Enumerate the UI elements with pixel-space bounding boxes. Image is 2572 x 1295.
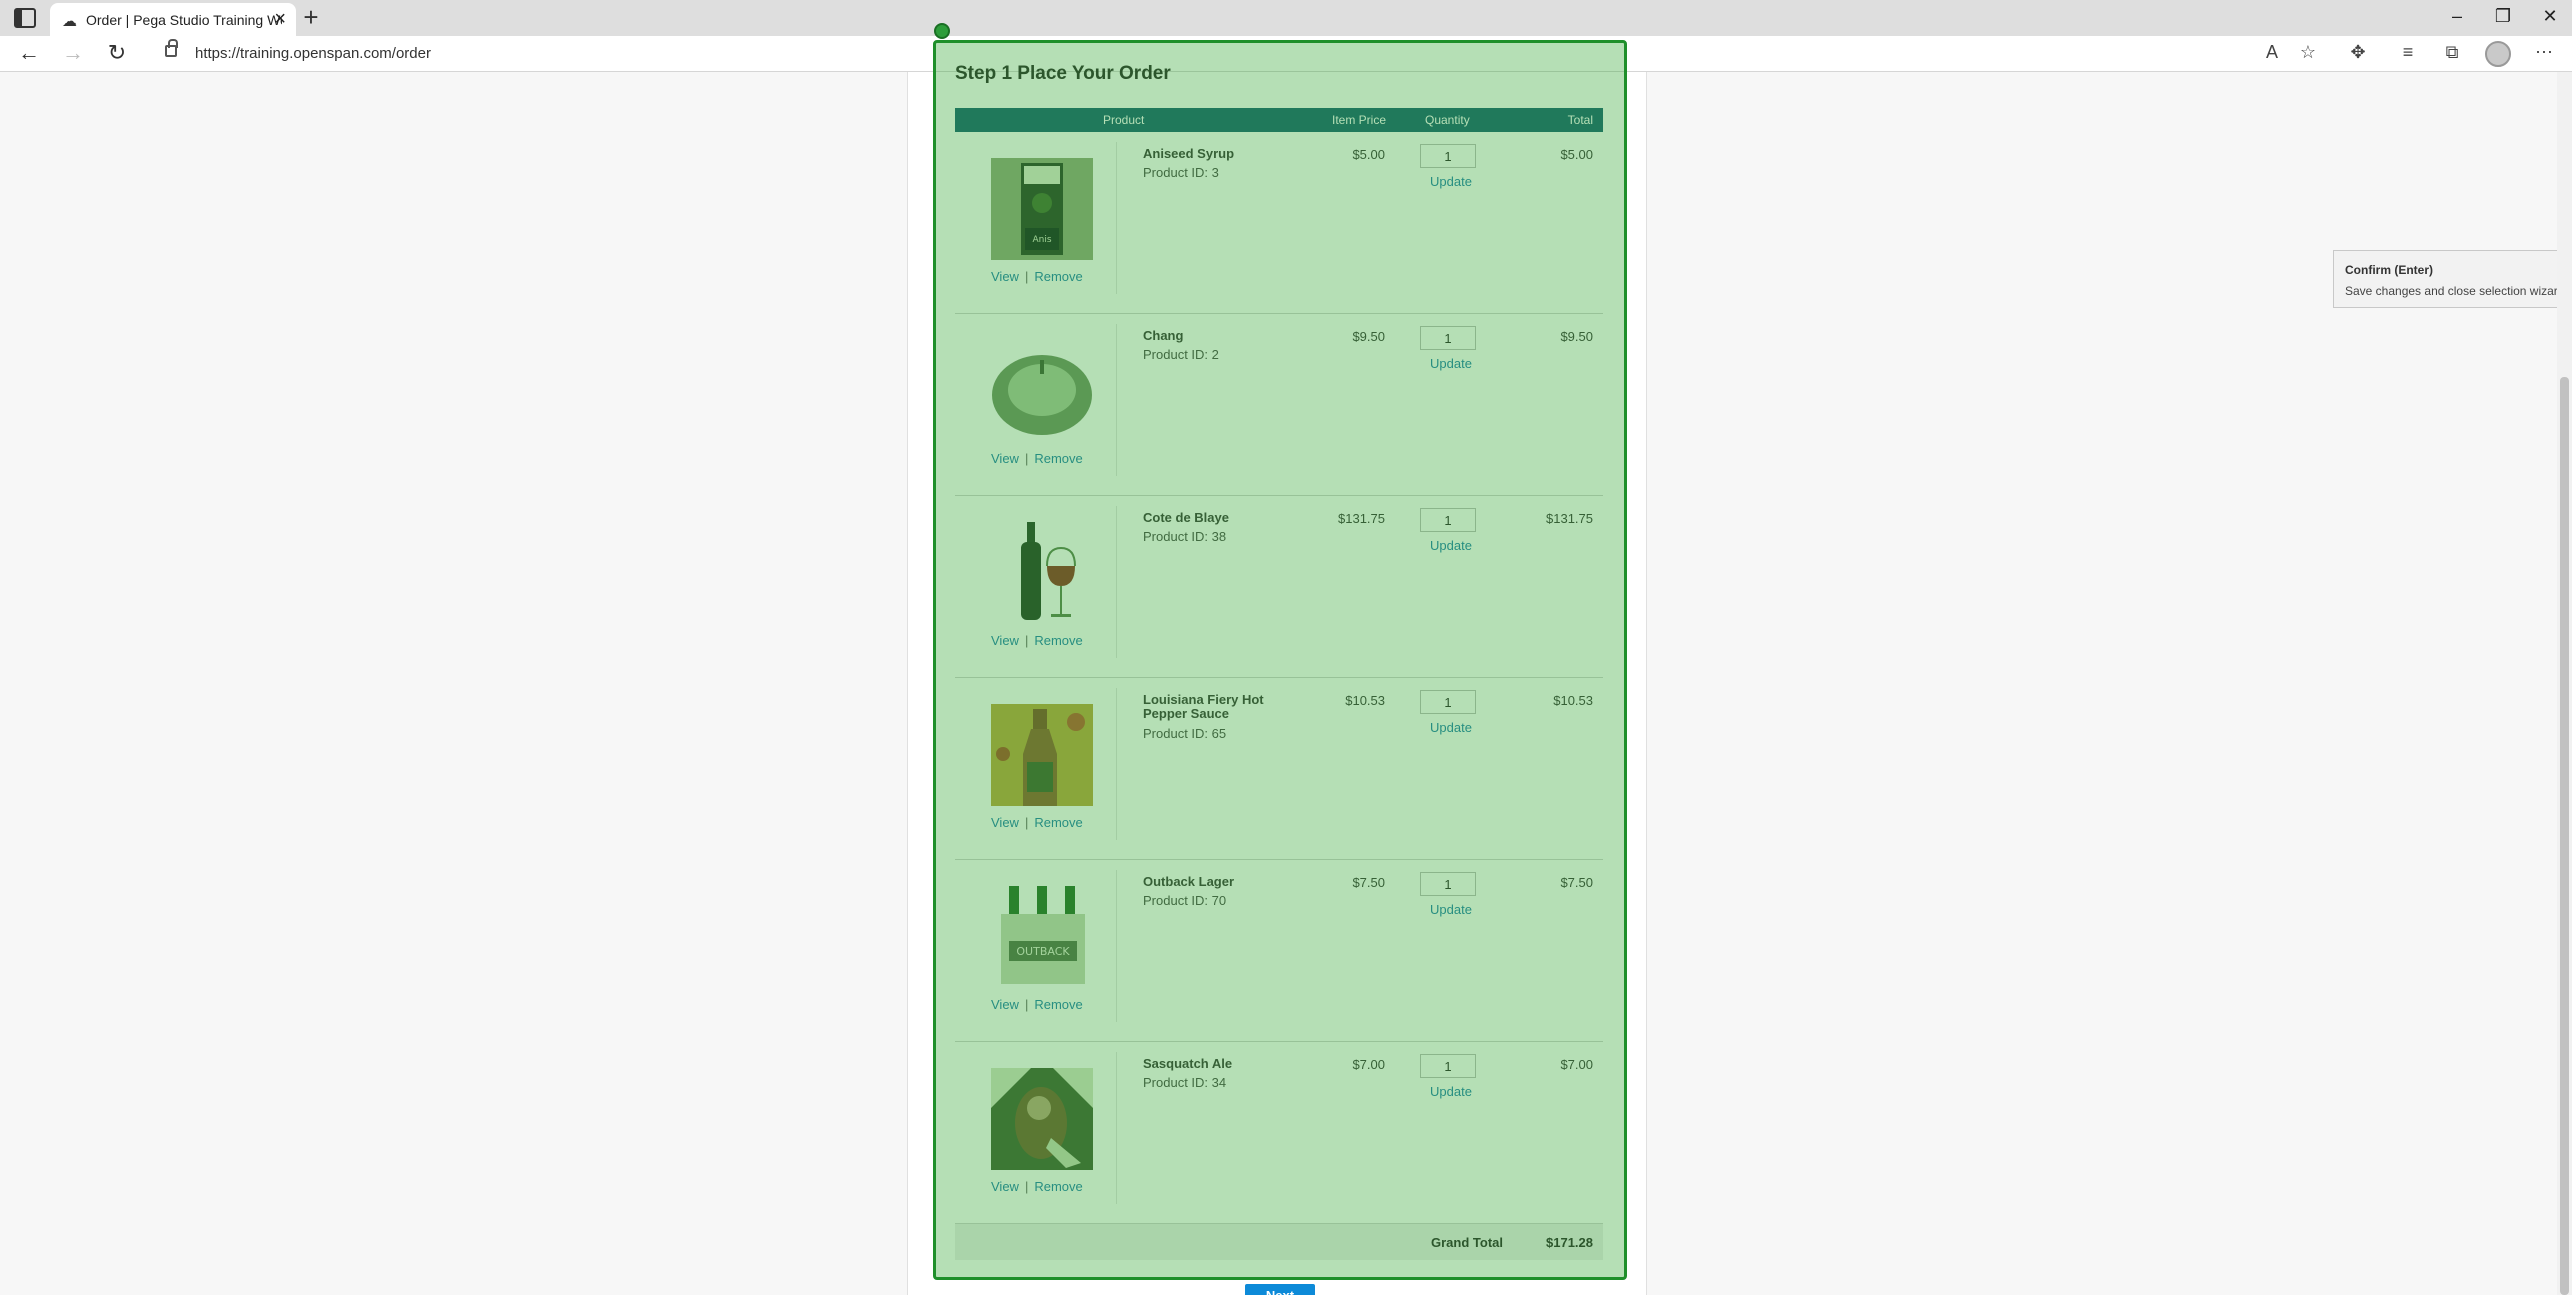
refresh-icon[interactable]: ↻ — [102, 40, 132, 66]
close-window-icon[interactable]: ✕ — [2535, 6, 2565, 27]
close-tab-icon[interactable]: × — [274, 8, 286, 31]
extensions-icon[interactable]: ✥ — [2344, 42, 2372, 63]
next-button[interactable]: Next — [1245, 1284, 1315, 1295]
profile-avatar-icon[interactable] — [2485, 41, 2511, 67]
selection-target-icon[interactable] — [934, 23, 950, 39]
favorite-add-icon[interactable]: ☆ — [2294, 42, 2322, 63]
scrollbar[interactable] — [2557, 72, 2572, 1295]
forward-icon[interactable]: → — [58, 40, 88, 66]
tab-title: Order | Pega Studio Training Web — [86, 12, 282, 28]
read-aloud-icon[interactable]: A — [2258, 42, 2286, 63]
site-favicon-icon: ☁ — [62, 13, 77, 30]
collections-icon[interactable]: ⧉ — [2438, 42, 2466, 63]
url-input[interactable]: https://training.openspan.com/order — [195, 45, 431, 62]
more-options-icon[interactable]: ⋯ — [2530, 42, 2558, 63]
tab-bar: ☁ Order | Pega Studio Training Web × + –… — [0, 0, 2572, 36]
confirm-description: Save changes and close selection wizard. — [2345, 284, 2568, 298]
browser-tab[interactable]: ☁ Order | Pega Studio Training Web × — [50, 3, 296, 36]
scroll-thumb[interactable] — [2560, 377, 2569, 1295]
confirm-title: Confirm (Enter) — [2345, 263, 2433, 277]
tab-actions-icon[interactable] — [14, 8, 36, 28]
new-tab-icon[interactable]: + — [296, 2, 326, 33]
back-icon[interactable]: ← — [14, 40, 44, 66]
favorites-icon[interactable]: ≡ — [2394, 42, 2422, 63]
confirm-tooltip[interactable]: Confirm (Enter) Save changes and close s… — [2333, 250, 2572, 308]
lock-icon[interactable] — [165, 39, 178, 57]
minimize-icon[interactable]: – — [2442, 6, 2472, 27]
selection-highlight[interactable] — [933, 40, 1627, 1280]
restore-icon[interactable]: ❐ — [2488, 6, 2518, 27]
